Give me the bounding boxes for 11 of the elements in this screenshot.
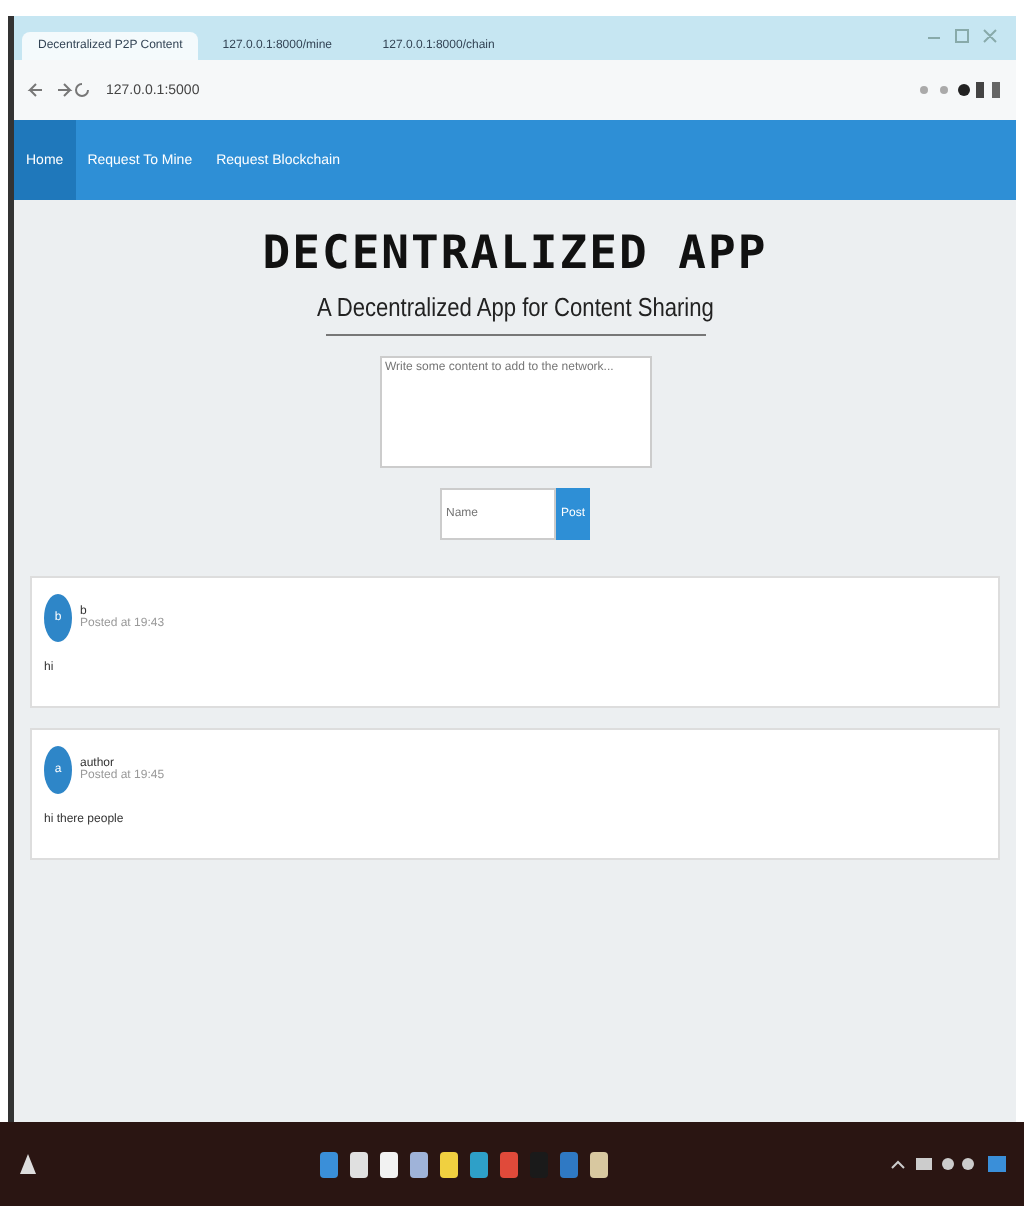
app-title: DECENTRALIZED APP (262, 228, 768, 280)
toolbar-icon[interactable] (916, 80, 1004, 100)
app-icon[interactable] (590, 1151, 608, 1177)
app-subtitle: A Decentralized App for Content Sharing (316, 292, 714, 322)
navigation-icon[interactable] (26, 80, 94, 100)
app-icon[interactable] (350, 1151, 368, 1177)
app-icon[interactable] (470, 1151, 488, 1177)
app-icon[interactable] (440, 1151, 458, 1177)
app-icon[interactable] (410, 1151, 428, 1177)
system-tray-icon[interactable] (888, 1152, 1008, 1176)
app-icon[interactable] (380, 1151, 398, 1177)
